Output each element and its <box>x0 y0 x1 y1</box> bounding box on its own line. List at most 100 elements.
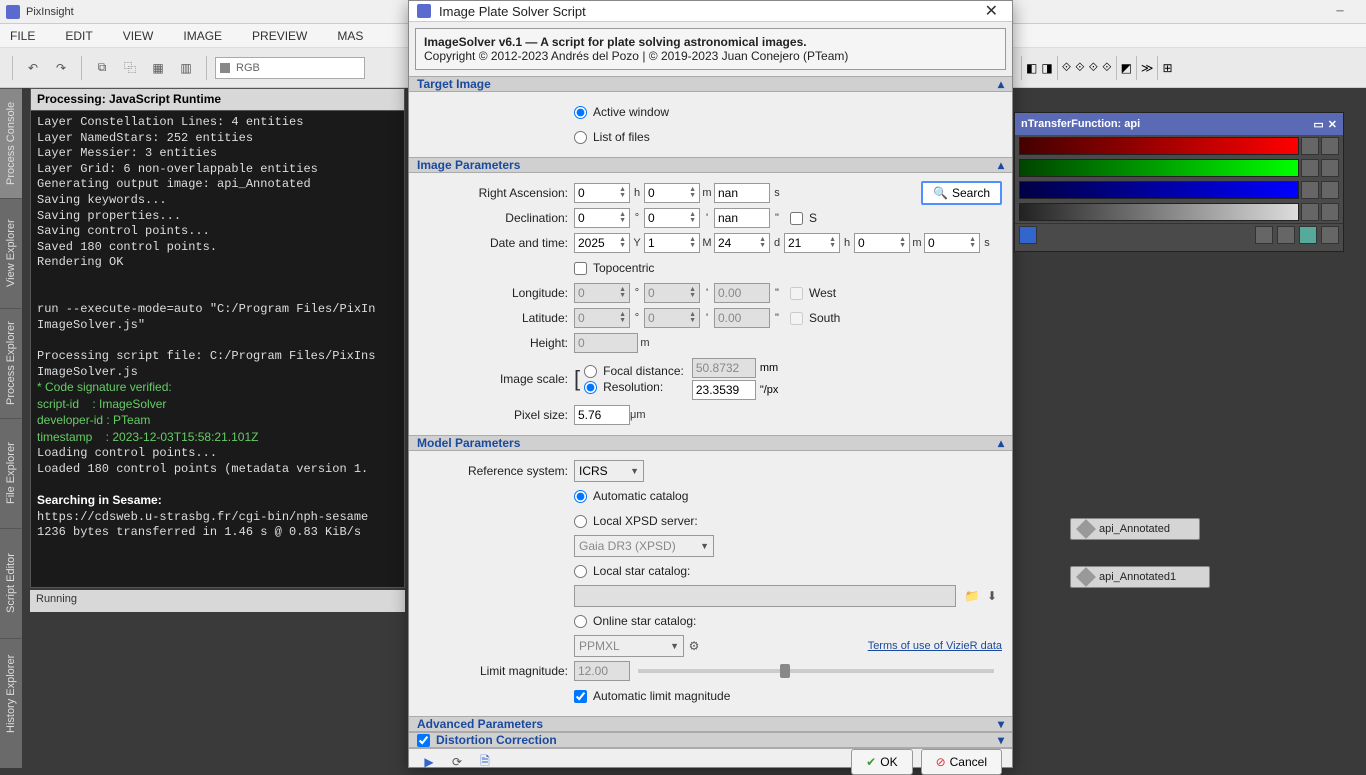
stf-icon[interactable] <box>1301 159 1319 177</box>
stf-tool-icon[interactable] <box>1299 226 1317 244</box>
stf-apply-icon[interactable] <box>1019 226 1037 244</box>
ra-seconds[interactable]: nan <box>714 183 770 203</box>
workspace-icon-annotated1[interactable]: api_Annotated1 <box>1070 566 1210 588</box>
radio-online-star[interactable]: Online star catalog: <box>574 614 696 628</box>
stf-gray-bar[interactable] <box>1019 203 1299 221</box>
check-distortion[interactable] <box>417 734 430 747</box>
section-model-parameters[interactable]: Model Parameters ▴ <box>409 435 1012 451</box>
stf-icon[interactable] <box>1301 203 1319 221</box>
menu-edit[interactable]: EDIT <box>65 29 92 43</box>
folder-icon[interactable]: 📁 <box>962 586 982 606</box>
tb-icon-d[interactable]: ⟐ <box>1075 60 1084 75</box>
ok-button[interactable]: ✔OK <box>851 749 912 775</box>
stf-tool-icon[interactable] <box>1277 226 1295 244</box>
date-second[interactable]: 0▲▼ <box>924 233 980 253</box>
radio-focal[interactable]: Focal distance: <box>584 364 684 378</box>
radio-resolution[interactable]: Resolution: <box>584 380 684 394</box>
collapse-icon[interactable]: ▴ <box>998 77 1004 91</box>
undo-icon[interactable]: ↶ <box>21 56 45 80</box>
menu-preview[interactable]: PREVIEW <box>252 29 307 43</box>
collapse-icon[interactable]: ▴ <box>998 436 1004 450</box>
radio-local-star[interactable]: Local star catalog: <box>574 564 690 578</box>
tb-icon-i[interactable]: ⊞ <box>1162 61 1172 75</box>
pixel-size-value[interactable]: 5.76 <box>574 405 630 425</box>
check-dec-south[interactable]: S <box>790 211 817 225</box>
tab-view-explorer[interactable]: View Explorer <box>0 198 22 308</box>
tb-icon-f[interactable]: ⟐ <box>1102 60 1111 75</box>
channel-combo[interactable]: RGB <box>215 57 365 79</box>
radio-active-window[interactable]: Active window <box>574 105 669 119</box>
stf-blue-bar[interactable] <box>1019 181 1299 199</box>
copy-icon[interactable]: ⿻ <box>118 56 142 80</box>
date-month[interactable]: 1▲▼ <box>644 233 700 253</box>
menu-image[interactable]: IMAGE <box>183 29 222 43</box>
dec-deg[interactable]: 0▲▼ <box>574 208 630 228</box>
minimize-button[interactable]: ─ <box>1320 2 1360 22</box>
resolution-value[interactable]: 23.3539 <box>692 380 756 400</box>
check-topocentric[interactable]: Topocentric <box>574 261 654 275</box>
stf-green-bar[interactable] <box>1019 159 1299 177</box>
download-icon[interactable]: ⬇ <box>982 586 1002 606</box>
section-image-parameters[interactable]: Image Parameters ▴ <box>409 157 1012 173</box>
stf-icon[interactable] <box>1321 159 1339 177</box>
stf-close-icon[interactable]: ✕ <box>1328 118 1337 131</box>
menu-file[interactable]: FILE <box>10 29 35 43</box>
dialog-titlebar[interactable]: Image Plate Solver Script ✕ <box>409 1 1012 22</box>
ref-system-select[interactable]: ICRS▼ <box>574 460 644 482</box>
reset-icon[interactable]: ⟳ <box>447 752 467 772</box>
radio-auto-catalog[interactable]: Automatic catalog <box>574 489 688 503</box>
workspace-icon-annotated[interactable]: api_Annotated <box>1070 518 1200 540</box>
stf-icon[interactable] <box>1301 137 1319 155</box>
apply-global-icon[interactable]: ▶ <box>419 752 439 772</box>
stf-tool-icon[interactable] <box>1321 226 1339 244</box>
tb-icon-e[interactable]: ⟐ <box>1089 60 1098 75</box>
radio-local-xpsd[interactable]: Local XPSD server: <box>574 514 698 528</box>
tab-script-editor[interactable]: Script Editor <box>0 528 22 638</box>
dec-sec[interactable]: nan <box>714 208 770 228</box>
stf-icon[interactable] <box>1301 181 1319 199</box>
dec-min[interactable]: 0▲▼ <box>644 208 700 228</box>
section-distortion[interactable]: Distortion Correction ▾ <box>409 732 1012 748</box>
expand-icon[interactable]: ▾ <box>998 733 1004 747</box>
tab-process-explorer[interactable]: Process Explorer <box>0 308 22 418</box>
collapse-icon[interactable]: ▴ <box>998 158 1004 172</box>
stf-red-bar[interactable] <box>1019 137 1299 155</box>
ra-minutes[interactable]: 0▲▼ <box>644 183 700 203</box>
section-advanced[interactable]: Advanced Parameters ▾ <box>409 716 1012 732</box>
tab-file-explorer[interactable]: File Explorer <box>0 418 22 528</box>
menu-view[interactable]: VIEW <box>123 29 154 43</box>
search-button[interactable]: 🔍Search <box>921 181 1002 205</box>
tb-icon-g[interactable]: ◩ <box>1121 61 1132 75</box>
tb-icon-h[interactable]: ≫ <box>1141 61 1154 75</box>
tab-process-console[interactable]: Process Console <box>0 88 22 198</box>
tb-icon-a[interactable]: ◧ <box>1026 61 1037 75</box>
stf-header[interactable]: nTransferFunction: api ▭ ✕ <box>1015 113 1343 135</box>
stf-icon[interactable] <box>1321 137 1339 155</box>
section-target-image[interactable]: Target Image ▴ <box>409 76 1012 92</box>
cancel-button[interactable]: ⊘Cancel <box>921 749 1002 775</box>
tab-history-explorer[interactable]: History Explorer <box>0 638 22 748</box>
stf-min-icon[interactable]: ▭ <box>1313 118 1323 131</box>
date-hour[interactable]: 21▲▼ <box>784 233 840 253</box>
menu-mask[interactable]: MAS <box>337 29 363 43</box>
redo-icon[interactable]: ↷ <box>49 56 73 80</box>
date-day[interactable]: 24▲▼ <box>714 233 770 253</box>
ra-hours[interactable]: 0▲▼ <box>574 183 630 203</box>
tool-icon[interactable]: ▥ <box>174 56 198 80</box>
console-body[interactable]: Layer Constellation Lines: 4 entities La… <box>31 111 404 571</box>
stf-icon[interactable] <box>1321 181 1339 199</box>
stf-tool-icon[interactable] <box>1255 226 1273 244</box>
date-minute[interactable]: 0▲▼ <box>854 233 910 253</box>
paste-icon[interactable]: ▦ <box>146 56 170 80</box>
vizier-link[interactable]: Terms of use of VizieR data <box>868 640 1002 652</box>
radio-list-of-files[interactable]: List of files <box>574 130 650 144</box>
clone-icon[interactable]: ⧉ <box>90 56 114 80</box>
dialog-close-button[interactable]: ✕ <box>979 1 1004 21</box>
limit-mag-slider[interactable] <box>638 669 994 673</box>
tb-icon-b[interactable]: ◨ <box>1041 61 1052 75</box>
expand-icon[interactable]: ▾ <box>998 717 1004 731</box>
tb-icon-c[interactable]: ⟐ <box>1062 60 1071 75</box>
date-year[interactable]: 2025▲▼ <box>574 233 630 253</box>
check-auto-limit-mag[interactable]: Automatic limit magnitude <box>574 689 730 703</box>
doc-icon[interactable]: 🗎 <box>475 752 495 772</box>
